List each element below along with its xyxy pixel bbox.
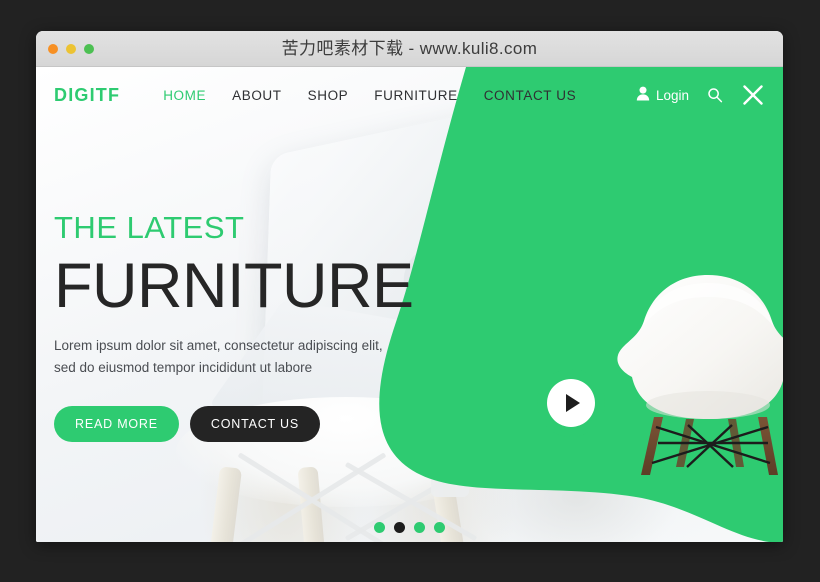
nav-link-about[interactable]: ABOUT	[232, 88, 282, 103]
site-logo[interactable]: DIGITF	[54, 85, 120, 106]
contact-us-button[interactable]: CONTACT US	[189, 406, 321, 443]
nav-links: HOME ABOUT SHOP FURNITURE CONTACT US	[163, 88, 576, 103]
screenshot-stage: 苦力吧素材下载 - www.kuli8.com DIGITF HOME ABOU…	[0, 0, 820, 582]
carousel-dot-3[interactable]	[414, 522, 425, 533]
browser-titlebar: 苦力吧素材下载 - www.kuli8.com	[36, 31, 783, 67]
read-more-button[interactable]: READ MORE	[54, 406, 179, 443]
chair-product-image	[617, 275, 783, 475]
play-icon	[566, 394, 580, 412]
login-label: Login	[655, 87, 689, 103]
window-title: 苦力吧素材下载 - www.kuli8.com	[281, 39, 538, 58]
carousel-dot-1[interactable]	[374, 522, 385, 533]
nav-link-shop[interactable]: SHOP	[308, 88, 349, 103]
close-icon[interactable]	[741, 83, 765, 107]
hero-eyebrow: THE LATEST	[54, 210, 245, 245]
hero-section: THE LATEST FURNITURE Lorem ipsum dolor s…	[54, 210, 474, 443]
hero-title: FURNITURE	[54, 251, 414, 321]
browser-window: 苦力吧素材下载 - www.kuli8.com DIGITF HOME ABOU…	[36, 31, 783, 542]
chair-wire-frame	[651, 424, 771, 468]
nav-actions: Login	[636, 83, 765, 107]
hero-subtitle: Lorem ipsum dolor sit amet, consectetur …	[54, 338, 383, 375]
user-icon	[636, 86, 650, 104]
play-video-button[interactable]	[537, 369, 605, 437]
nav-link-contact-us[interactable]: CONTACT US	[484, 88, 577, 103]
site-navbar: DIGITF HOME ABOUT SHOP FURNITURE CONTACT…	[36, 67, 783, 123]
nav-link-home[interactable]: HOME	[163, 88, 206, 103]
carousel-dot-2[interactable]	[394, 522, 405, 533]
background-chair-bracket	[431, 455, 469, 497]
carousel-dots	[36, 522, 783, 533]
play-button-inner	[547, 379, 595, 427]
login-button[interactable]: Login	[636, 86, 689, 104]
carousel-dot-4[interactable]	[434, 522, 445, 533]
page-viewport: DIGITF HOME ABOUT SHOP FURNITURE CONTACT…	[36, 67, 783, 542]
search-icon[interactable]	[707, 87, 723, 103]
nav-link-furniture[interactable]: FURNITURE	[374, 88, 457, 103]
hero-button-group: READ MORE CONTACT US	[54, 406, 474, 443]
